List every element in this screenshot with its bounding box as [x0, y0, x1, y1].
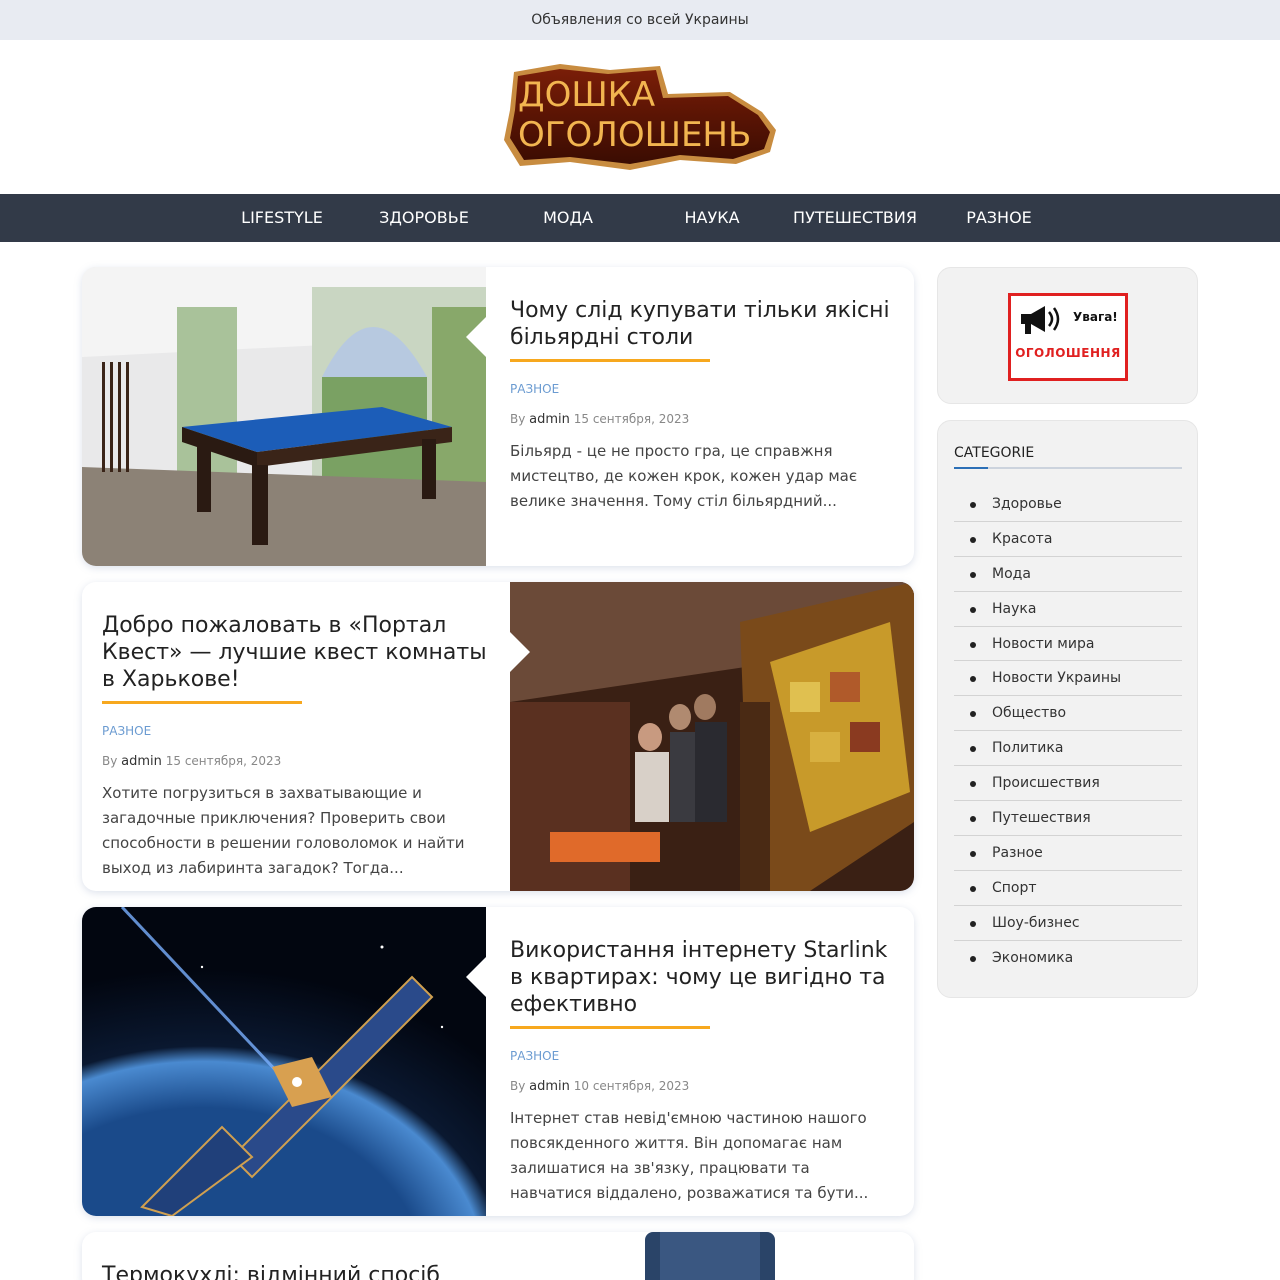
nav-item-health[interactable]: ЗДОРОВЬЕ — [368, 194, 480, 242]
title-underline — [510, 1026, 710, 1029]
post-excerpt: Хотите погрузиться в захватывающие и заг… — [102, 784, 465, 877]
post-by: By — [510, 412, 526, 426]
post-card: Чому слід купувати тільки якісні більярд… — [82, 267, 914, 566]
post-thumbnail-thermomug[interactable] — [510, 1232, 914, 1280]
post-body: Термокухлі: відмінний спосіб — [102, 1232, 502, 1280]
post-date: 15 сентября, 2023 — [573, 412, 690, 426]
category-link[interactable]: Общество — [954, 696, 1182, 732]
announcement-banner[interactable]: Увага! ОГОЛОШЕННЯ — [1008, 293, 1128, 381]
nav-item-travel[interactable]: ПУТЕШЕСТВИЯ — [784, 194, 926, 242]
post-excerpt: Інтернет став невід'ємною частиною нашог… — [510, 1109, 869, 1202]
post-card: Термокухлі: відмінний спосіб — [82, 1232, 914, 1280]
post-thumbnail-billiard[interactable] — [82, 267, 486, 566]
megaphone-icon — [1021, 306, 1060, 334]
post-card: Використання інтернету Starlink в кварти… — [82, 907, 914, 1216]
sidebar-banner-widget: Увага! ОГОЛОШЕННЯ — [937, 267, 1198, 404]
category-link[interactable]: Экономика — [954, 941, 1182, 976]
banner-line2: ОГОЛОШЕННЯ — [1015, 346, 1121, 360]
banner-line1: Увага! — [1073, 310, 1118, 324]
post-by: By — [102, 754, 118, 768]
post-thumbnail-quest[interactable] — [510, 582, 914, 891]
title-underline — [510, 359, 710, 362]
category-link[interactable]: Происшествия — [954, 766, 1182, 802]
category-link[interactable]: Шоу-бизнес — [954, 906, 1182, 941]
post-category[interactable]: РАЗНОЕ — [102, 724, 494, 738]
title-underline — [102, 701, 302, 704]
post-thumbnail-starlink[interactable] — [82, 907, 486, 1216]
category-link[interactable]: Разное — [954, 836, 1182, 871]
site-header: ДОШКА ОГОЛОШЕНЬ — [0, 40, 1280, 194]
category-link[interactable]: Путешествия — [954, 801, 1182, 836]
main-nav: LIFESTYLE ЗДОРОВЬЕ МОДА НАУКА ПУТЕШЕСТВИ… — [0, 194, 1280, 242]
nav-item-lifestyle[interactable]: LIFESTYLE — [232, 194, 332, 242]
post-category[interactable]: РАЗНОЕ — [510, 382, 890, 396]
logo-line1: ДОШКА — [518, 75, 655, 115]
post-title[interactable]: Термокухлі: відмінний спосіб — [102, 1262, 502, 1280]
post-meta: By admin 15 сентября, 2023 — [510, 412, 890, 427]
thumbnail-notch — [510, 632, 530, 672]
post-category[interactable]: РАЗНОЕ — [510, 1049, 890, 1063]
sidebar-categories-widget: CATEGORIE Здоровье Красота Мода Наука Но… — [937, 420, 1198, 998]
top-bar-text: Объявления со всей Украины — [531, 12, 749, 28]
category-link[interactable]: Политика — [954, 731, 1182, 767]
post-body: Добро пожаловать в «Портал Квест» — лучш… — [102, 582, 494, 881]
categories-title: CATEGORIE — [954, 445, 1035, 461]
categories-title-underline — [954, 467, 1182, 469]
nav-item-misc[interactable]: РАЗНОЕ — [952, 194, 1046, 242]
top-bar: Объявления со всей Украины — [0, 0, 1280, 40]
post-author[interactable]: admin — [121, 754, 162, 769]
post-meta: By admin 15 сентября, 2023 — [102, 754, 494, 769]
post-body: Використання інтернету Starlink в кварти… — [510, 907, 890, 1206]
thumbnail-notch — [466, 317, 486, 357]
category-link[interactable]: Спорт — [954, 871, 1182, 906]
post-body: Чому слід купувати тільки якісні більярд… — [510, 267, 890, 514]
nav-item-science[interactable]: НАУКА — [664, 194, 760, 242]
post-author[interactable]: admin — [529, 412, 570, 427]
post-title[interactable]: Використання інтернету Starlink в кварти… — [510, 937, 890, 1018]
categories-list: Здоровье Красота Мода Наука Новости мира… — [954, 487, 1182, 975]
category-link[interactable]: Наука — [954, 592, 1182, 627]
post-meta: By admin 10 сентября, 2023 — [510, 1079, 890, 1094]
logo-line2: ОГОЛОШЕНЬ — [518, 115, 751, 155]
category-link[interactable]: Здоровье — [954, 487, 1182, 522]
post-by: By — [510, 1079, 526, 1093]
categories-title-accent — [954, 467, 988, 469]
post-date: 10 сентября, 2023 — [573, 1079, 690, 1093]
post-title[interactable]: Добро пожаловать в «Портал Квест» — лучш… — [102, 612, 494, 693]
category-link[interactable]: Мода — [954, 557, 1182, 592]
category-link[interactable]: Новости мира — [954, 627, 1182, 662]
thumbnail-notch — [466, 957, 486, 997]
post-date: 15 сентября, 2023 — [165, 754, 282, 768]
category-link[interactable]: Новости Украины — [954, 661, 1182, 697]
site-logo[interactable]: ДОШКА ОГОЛОШЕНЬ — [500, 60, 780, 172]
post-author[interactable]: admin — [529, 1079, 570, 1094]
category-link[interactable]: Красота — [954, 522, 1182, 557]
post-title[interactable]: Чому слід купувати тільки якісні більярд… — [510, 297, 890, 351]
post-card: Добро пожаловать в «Портал Квест» — лучш… — [82, 582, 914, 891]
post-excerpt: Більярд - це не просто гра, це справжня … — [510, 442, 858, 510]
nav-item-fashion[interactable]: МОДА — [520, 194, 616, 242]
